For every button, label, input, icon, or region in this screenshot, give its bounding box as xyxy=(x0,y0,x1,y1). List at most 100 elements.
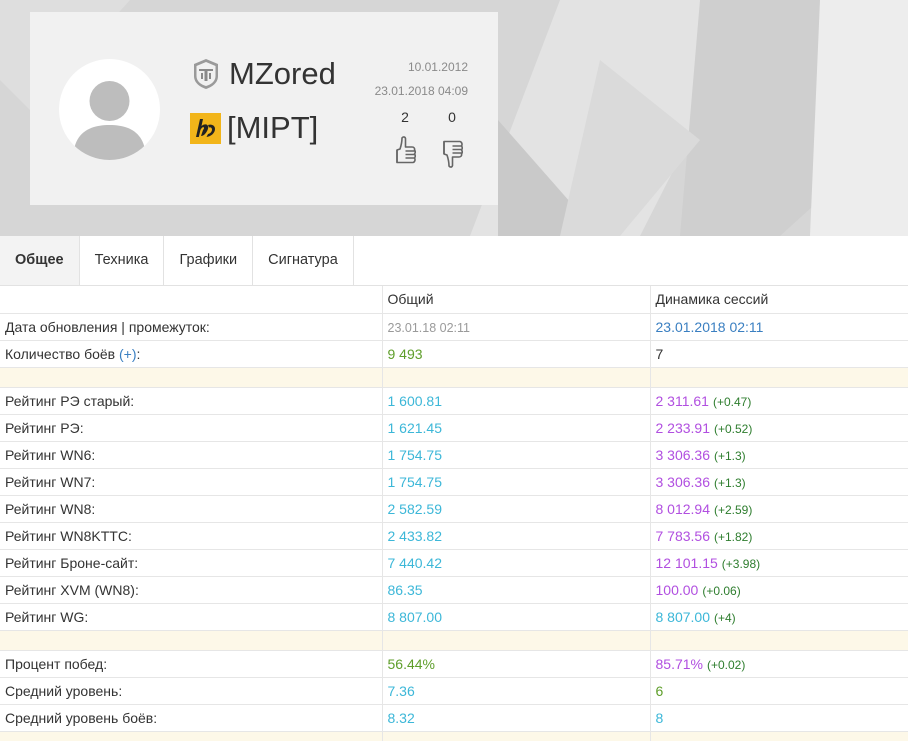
tab-vehicles[interactable]: Техника xyxy=(80,236,165,285)
header-label-cell xyxy=(0,286,383,314)
avg-battle-tier-overall-value: 8.32 xyxy=(387,709,415,726)
row-label: Рейтинг WN8KTTC: xyxy=(0,522,383,550)
avg-tier-overall-value: 7.36 xyxy=(387,682,415,699)
tab-bar: Общее Техника Графики Сигнатура xyxy=(0,236,908,286)
battles-plus-link[interactable]: (+) xyxy=(119,346,137,362)
separator-row xyxy=(0,367,908,388)
table-row-update: Дата обновления | промежуток: 23.01.18 0… xyxy=(0,313,908,341)
row-label: Средний уровень боёв: xyxy=(0,704,383,732)
table-row-rating: Рейтинг РЭ: 1 621.45 2 233.91 (+0.52) xyxy=(0,414,908,442)
tab-signature[interactable]: Сигнатура xyxy=(253,236,354,285)
row-label: Рейтинг РЭ: xyxy=(0,414,383,442)
rating-session-value: 12 101.15 xyxy=(655,554,718,571)
row-label: Средний уровень: xyxy=(0,677,383,705)
wot-logo-icon xyxy=(194,59,218,89)
tab-general[interactable]: Общее xyxy=(0,236,80,285)
rating-overall-value: 1 600.81 xyxy=(387,392,443,409)
avg-battle-tier-session-value: 8 xyxy=(655,709,664,726)
table-row-avg-battle-tier: Средний уровень боёв: 8.32 8 xyxy=(0,704,908,732)
clan-emblem-icon[interactable] xyxy=(190,112,221,144)
rating-delta: (+0.52) xyxy=(714,421,753,436)
header-overall: Общий xyxy=(382,286,651,314)
table-row-rating: Рейтинг WN7: 1 754.75 3 306.36 (+1.3) xyxy=(0,468,908,496)
rating-delta: (+1.82) xyxy=(714,529,753,544)
rating-session-value: 7 783.56 xyxy=(655,527,711,544)
registration-date: 10.01.2012 xyxy=(407,60,468,74)
rating-session-value: 8 807.00 xyxy=(655,608,711,625)
player-card: MZored [MIPT] 10.01.2012 23.01.2018 04:0… xyxy=(30,12,498,205)
like-button[interactable]: 2 xyxy=(390,109,420,169)
clan-row: [MIPT] xyxy=(190,110,318,146)
row-label: Рейтинг XVM (WN8): xyxy=(0,576,383,604)
battles-session-value: 7 xyxy=(655,345,664,362)
table-row-avg-tier: Средний уровень: 7.36 6 xyxy=(0,677,908,705)
last-battle-date: 23.01.2018 04:09 xyxy=(374,84,468,98)
rating-session-value: 3 306.36 xyxy=(655,446,711,463)
avg-tier-session-value: 6 xyxy=(655,682,664,699)
update-session-value: 23.01.2018 02:11 xyxy=(655,318,764,335)
table-row-battles: Количество боёв (+): 9 493 7 xyxy=(0,340,908,368)
rating-overall-value: 7 440.42 xyxy=(387,554,443,571)
table-row-rating: Рейтинг WN8: 2 582.59 8 012.94 (+2.59) xyxy=(0,495,908,523)
rating-overall-value: 8 807.00 xyxy=(387,608,443,625)
rating-session-value: 2 311.61 xyxy=(655,392,709,409)
dislike-button[interactable]: 0 xyxy=(437,109,467,169)
rating-delta: (+2.59) xyxy=(714,502,753,517)
update-overall-value: 23.01.18 02:11 xyxy=(387,320,470,335)
stats-table: Общий Динамика сессий Дата обновления | … xyxy=(0,286,908,741)
rating-session-value: 8 012.94 xyxy=(655,500,711,517)
table-row-rating: Рейтинг WN6: 1 754.75 3 306.36 (+1.3) xyxy=(0,441,908,469)
rating-delta: (+3.98) xyxy=(721,556,761,571)
thumbs-up-icon xyxy=(396,136,416,164)
table-header-row: Общий Динамика сессий xyxy=(0,286,908,314)
rating-session-value: 100.00 xyxy=(655,581,699,598)
table-row-rating: Рейтинг WN8KTTC: 2 433.82 7 783.56 (+1.82… xyxy=(0,522,908,550)
rating-session-value: 2 233.91 xyxy=(655,419,711,436)
separator-row xyxy=(0,630,908,651)
default-avatar-icon xyxy=(59,59,160,160)
rating-session-value: 3 306.36 xyxy=(655,473,711,490)
row-label: Рейтинг WN6: xyxy=(0,441,383,469)
rating-overall-value: 1 754.75 xyxy=(387,446,443,463)
player-name-row: MZored xyxy=(192,56,336,92)
battles-overall-value: 9 493 xyxy=(387,345,423,362)
player-name[interactable]: MZored xyxy=(229,56,336,92)
winrate-overall-value: 56.44% xyxy=(387,655,435,672)
table-row-rating: Рейтинг Броне-сайт: 7 440.42 12 101.15 (+… xyxy=(0,549,908,577)
rating-overall-value: 2 582.59 xyxy=(387,500,443,517)
rating-delta: (+0.06) xyxy=(702,583,741,598)
separator-row xyxy=(0,731,908,741)
dislikes-count: 0 xyxy=(448,109,456,125)
clan-tag[interactable]: [MIPT] xyxy=(227,110,318,146)
rating-delta: (+1.3) xyxy=(714,475,746,490)
rating-overall-value: 1 754.75 xyxy=(387,473,443,490)
table-row-rating: Рейтинг РЭ старый: 1 600.81 2 311.61 (+0.… xyxy=(0,387,908,415)
table-row-rating: Рейтинг XVM (WN8): 86.35 100.00 (+0.06) xyxy=(0,576,908,604)
row-label: Рейтинг WG: xyxy=(0,603,383,631)
rating-overall-value: 1 621.45 xyxy=(387,419,443,436)
row-label: Рейтинг WN7: xyxy=(0,468,383,496)
row-label: Количество боёв (+): xyxy=(0,340,383,368)
rating-overall-value: 2 433.82 xyxy=(387,527,443,544)
row-label: Рейтинг Броне-сайт: xyxy=(0,549,383,577)
thumbs-down-icon xyxy=(443,140,463,168)
table-row-winrate: Процент побед: 56.44% 85.71% (+0.02) xyxy=(0,650,908,678)
winrate-delta: (+0.02) xyxy=(706,657,746,672)
battles-label: Количество боёв xyxy=(5,345,119,362)
tab-charts[interactable]: Графики xyxy=(164,236,254,285)
table-row-rating: Рейтинг WG: 8 807.00 8 807.00 (+4) xyxy=(0,603,908,631)
row-label: Рейтинг WN8: xyxy=(0,495,383,523)
rating-delta: (+0.47) xyxy=(712,394,752,409)
row-label: Дата обновления | промежуток: xyxy=(0,313,383,341)
row-label: Процент побед: xyxy=(0,650,383,678)
profile-header-background: MZored [MIPT] 10.01.2012 23.01.2018 04:0… xyxy=(0,0,908,236)
winrate-session-value: 85.71% xyxy=(655,655,703,672)
rating-overall-value: 86.35 xyxy=(387,581,423,598)
battles-label-colon: : xyxy=(136,345,141,362)
header-session: Динамика сессий xyxy=(650,286,908,314)
dates-block: 10.01.2012 23.01.2018 04:09 xyxy=(375,55,468,103)
likes-count: 2 xyxy=(401,109,409,125)
rating-delta: (+4) xyxy=(714,610,736,625)
rating-delta: (+1.3) xyxy=(714,448,746,463)
row-label: Рейтинг РЭ старый: xyxy=(0,387,383,415)
